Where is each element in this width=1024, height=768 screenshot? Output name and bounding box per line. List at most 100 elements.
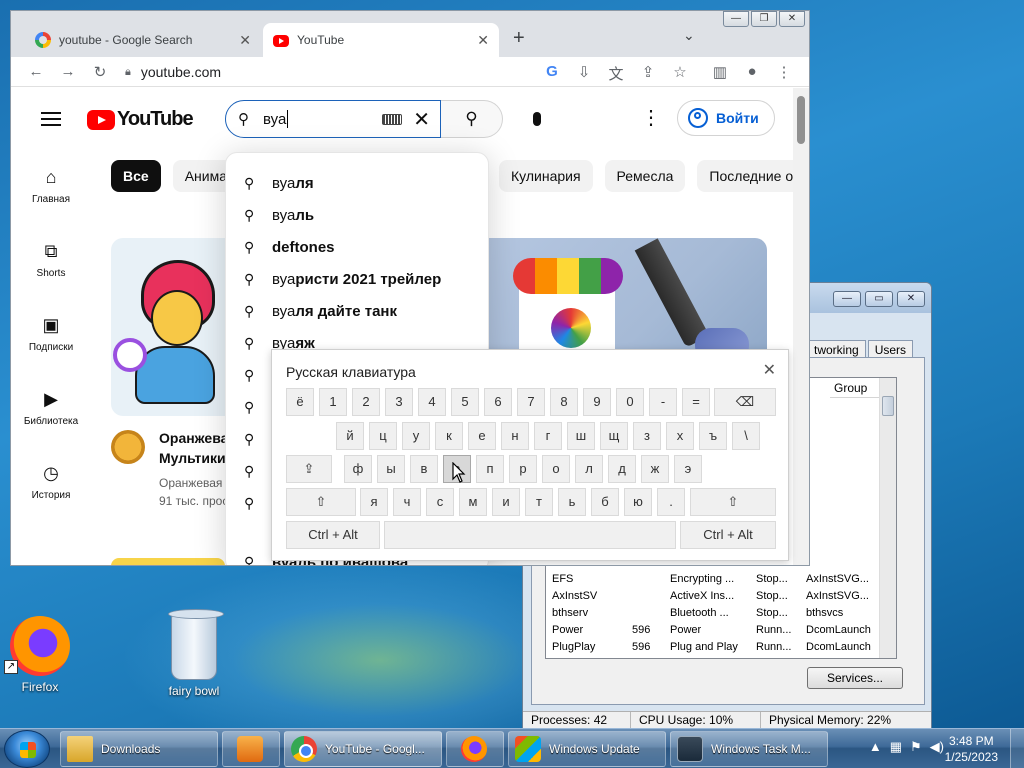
new-tab-icon[interactable]: + [513, 27, 525, 50]
right-shift-key[interactable]: ⇧ [690, 488, 776, 516]
key[interactable]: я [360, 488, 388, 516]
show-desktop-button[interactable] [1010, 729, 1024, 768]
key[interactable]: 8 [550, 388, 578, 416]
key[interactable]: ы [377, 455, 405, 483]
key[interactable]: б [591, 488, 619, 516]
forward-icon[interactable]: → [59, 63, 77, 80]
address-bar[interactable]: 🔒︎ youtube.com [125, 59, 545, 85]
back-icon[interactable]: ← [27, 63, 45, 80]
taskbar-item-downloads[interactable]: Downloads [60, 731, 218, 767]
tab-close-icon[interactable]: ✕ [477, 32, 489, 49]
key[interactable]: ш [567, 422, 595, 450]
close-button[interactable]: ✕ [897, 291, 925, 307]
network-icon[interactable]: ▦ [890, 739, 902, 755]
suggestion-item[interactable]: ⚲ вуа ля дайте танк [226, 295, 488, 327]
key[interactable]: м [459, 488, 487, 516]
key[interactable]: с [426, 488, 454, 516]
service-row[interactable]: bthserv Bluetooth ... Stop... bthsvcs [546, 604, 880, 621]
key[interactable]: ч [393, 488, 421, 516]
close-icon[interactable]: ✕ [763, 360, 776, 380]
chip-crafts[interactable]: Ремесла [604, 160, 686, 192]
taskbar-item-windows-update[interactable]: Windows Update [508, 731, 666, 767]
keyboard-icon[interactable] [382, 114, 402, 125]
suggestion-item[interactable]: ⚲ вуа ристи 2021 трейлер [226, 263, 488, 295]
scrollbar[interactable] [879, 378, 896, 658]
voice-search-button[interactable] [519, 102, 555, 138]
hamburger-menu-icon[interactable] [41, 112, 61, 126]
ctrl-alt-right-key[interactable]: Ctrl + Alt [680, 521, 776, 549]
key[interactable]: ф [344, 455, 372, 483]
key[interactable]: л [575, 455, 603, 483]
key[interactable]: ь [558, 488, 586, 516]
key[interactable]: в [410, 455, 438, 483]
left-shift-key[interactable]: ⇧ [286, 488, 356, 516]
install-icon[interactable]: ⇩ [575, 63, 593, 81]
key[interactable]: 7 [517, 388, 545, 416]
clock[interactable]: 3:48 PM 1/25/2023 [945, 733, 998, 765]
guide-item-library[interactable]: ▶ Библиотека [11, 374, 91, 448]
key[interactable]: 5 [451, 388, 479, 416]
tab-users[interactable]: Users [867, 340, 914, 358]
guide-item-subscriptions[interactable]: ▣ Подписки [11, 300, 91, 374]
key[interactable]: . [657, 488, 685, 516]
share-icon[interactable]: ⇪ [639, 63, 657, 81]
youtube-logo[interactable]: YouTube [87, 108, 194, 131]
key[interactable]: ё [286, 388, 314, 416]
service-row[interactable]: Power 596 Power Runn... DcomLaunch [546, 621, 880, 638]
desktop-icon-recycle-bin[interactable]: fairy bowl [154, 609, 234, 698]
key[interactable]: ъ [699, 422, 727, 450]
guide-item-shorts[interactable]: ⧉ Shorts [11, 226, 91, 300]
services-button[interactable]: Services... [807, 667, 903, 689]
backspace-key[interactable]: ⌫ [714, 388, 776, 416]
key[interactable]: 3 [385, 388, 413, 416]
page-scrollbar[interactable] [793, 88, 809, 565]
key[interactable]: т [525, 488, 553, 516]
tab-networking[interactable]: tworking [807, 340, 866, 358]
key[interactable]: 6 [484, 388, 512, 416]
key[interactable]: = [682, 388, 710, 416]
taskbar-item-media-player[interactable] [222, 731, 280, 767]
key[interactable]: ц [369, 422, 397, 450]
video-thumbnail[interactable] [111, 238, 225, 416]
key[interactable]: х [666, 422, 694, 450]
desktop-icon-firefox[interactable]: ↗ Firefox [0, 616, 80, 694]
key[interactable]: з [633, 422, 661, 450]
action-center-icon[interactable]: ⚑ [910, 739, 922, 755]
bookmark-star-icon[interactable]: ☆ [671, 63, 689, 81]
chip-recent[interactable]: Последние опу [697, 160, 795, 192]
google-lens-icon[interactable]: G [543, 63, 561, 80]
key[interactable]: ж [641, 455, 669, 483]
tab-youtube[interactable]: YouTube ✕ [263, 23, 499, 57]
translate-icon[interactable]: 文 [607, 63, 625, 84]
key[interactable]: й [336, 422, 364, 450]
key[interactable]: н [501, 422, 529, 450]
key[interactable]: ю [624, 488, 652, 516]
minimize-button[interactable]: — [833, 291, 861, 307]
key[interactable]: э [674, 455, 702, 483]
sign-in-button[interactable]: Войти [677, 100, 775, 136]
ctrl-alt-left-key[interactable]: Ctrl + Alt [286, 521, 380, 549]
key[interactable]: и [492, 488, 520, 516]
caps-lock-key[interactable]: ⇪ [286, 455, 332, 483]
key[interactable]: о [542, 455, 570, 483]
taskbar-item-firefox[interactable] [446, 731, 504, 767]
space-key[interactable] [384, 521, 676, 549]
tab-close-icon[interactable]: ✕ [239, 32, 251, 49]
maximize-button[interactable]: ▭ [865, 291, 893, 307]
video-thumbnail[interactable] [111, 558, 225, 565]
taskbar-item-task-manager[interactable]: Windows Task M... [670, 731, 828, 767]
key[interactable]: \ [732, 422, 760, 450]
key[interactable]: 1 [319, 388, 347, 416]
suggestion-item[interactable]: ⚲ вуа ль [226, 199, 488, 231]
service-row[interactable]: EFS Encrypting ... Stop... AxInstSVG... [546, 570, 880, 587]
key[interactable]: щ [600, 422, 628, 450]
search-input[interactable]: ⚲ вуа ✕ [225, 100, 441, 138]
video-thumbnail[interactable] [489, 238, 767, 364]
channel-avatar[interactable] [111, 430, 145, 464]
side-panel-icon[interactable]: ▥ [711, 63, 729, 81]
tab-google-search[interactable]: youtube - Google Search ✕ [25, 23, 261, 57]
profile-icon[interactable]: ● [743, 63, 761, 80]
search-button[interactable]: ⚲ [441, 100, 503, 138]
video-title[interactable]: Оранжева Мультики [159, 428, 229, 468]
key[interactable]: к [435, 422, 463, 450]
